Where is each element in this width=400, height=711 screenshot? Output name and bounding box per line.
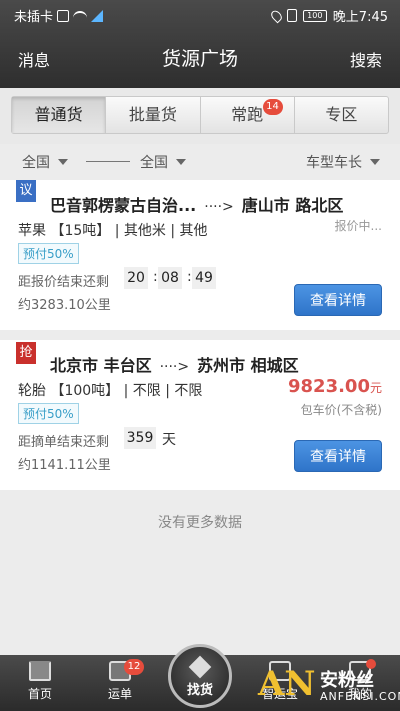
route: 北京市 丰台区 ····> 苏州市 相城区 [50, 352, 299, 376]
vibrate-icon [286, 9, 297, 22]
vehicle-label: 车型车长 [306, 155, 362, 171]
carrier-text: 未插卡 [14, 10, 54, 25]
header: 消息 货源广场 搜索 [0, 30, 400, 86]
tab-label: 专区 [325, 105, 358, 124]
chevron-down-icon [370, 159, 380, 165]
countdown-seconds: 49 [192, 267, 216, 289]
no-more-data: 没有更多数据 [158, 515, 242, 531]
tab-label: 常跑 [231, 105, 264, 124]
chevron-down-icon [176, 159, 186, 165]
cube-icon [188, 655, 212, 679]
cargo-card[interactable]: 抢 北京市 丰台区 ····> 苏州市 相城区 轮胎 【100吨】 | 不限 | 不… [0, 340, 400, 490]
segmented-tabs: 普通货 批量货 常跑 14 专区 [11, 96, 389, 134]
origin-filter[interactable]: 全国 [22, 152, 68, 172]
page-title: 货源广场 [161, 48, 238, 70]
sim-icon [57, 9, 70, 22]
watermark-en: ANFENSI.COM [320, 690, 400, 703]
route: 巴音郭楞蒙古自治... ····> 唐山市 路北区 [50, 192, 343, 216]
cargo-card[interactable]: 议 巴音郭楞蒙古自治... ····> 唐山市 路北区 苹果 【15吨】 | 其他米… [0, 180, 400, 330]
destination-label: 全国 [140, 155, 168, 171]
home-icon [29, 661, 51, 681]
battery-icon: 100 [302, 9, 327, 22]
price-value: 9823.00 [288, 376, 370, 397]
filter-bar: 全国 全国 车型车长 [0, 146, 400, 178]
nav-orders[interactable]: 12 运单 [90, 659, 150, 702]
price: 9823.00元 [288, 376, 382, 397]
wifi-icon [73, 10, 88, 21]
days-unit: 天 [162, 432, 176, 448]
countdown-days: 359 [124, 427, 156, 449]
route-origin: 北京市 丰台区 [50, 356, 152, 375]
tab-area: 普通货 批量货 常跑 14 专区 [0, 88, 400, 144]
countdown-colon: : [153, 269, 158, 285]
route-divider [86, 161, 130, 162]
route-origin: 巴音郭楞蒙古自治... [50, 196, 197, 215]
distance: 约3283.10公里 [18, 298, 111, 313]
route-destination: 苏州市 相城区 [197, 356, 299, 375]
goods-description: 苹果 【15吨】 | 其他米 | 其他 [18, 223, 208, 239]
status-bar: 未插卡 100 晚上7:45 [0, 0, 400, 28]
view-details-button[interactable]: 查看详情 [294, 284, 382, 316]
tab-frequent-routes[interactable]: 常跑 14 [201, 97, 295, 133]
countdown-label: 距摘单结束还剩 [18, 435, 110, 450]
prepay-badge: 预付50% [18, 243, 79, 264]
countdown-colon: : [187, 269, 192, 285]
countdown-label: 距报价结束还剩 [18, 275, 110, 290]
distance: 约1141.11公里 [18, 458, 111, 473]
countdown-hours: 20 [124, 267, 148, 289]
view-details-button[interactable]: 查看详情 [294, 440, 382, 472]
tab-bulk-goods[interactable]: 批量货 [106, 97, 201, 133]
countdown-minutes: 08 [158, 267, 182, 289]
destination-filter[interactable]: 全国 [140, 152, 186, 172]
route-arrow: ····> [159, 359, 190, 375]
quote-status: 报价中... [334, 219, 382, 233]
prepay-badge: 预付50% [18, 403, 79, 424]
nav-label: 找货 [186, 683, 213, 698]
watermark-an: AN [258, 664, 316, 704]
nav-home[interactable]: 首页 [10, 661, 70, 702]
signal-icon [91, 9, 104, 22]
watermark-cn: 安粉丝 [320, 670, 374, 691]
tab-special-zone[interactable]: 专区 [295, 97, 388, 133]
chevron-down-icon [58, 159, 68, 165]
grab-tag: 抢 [16, 342, 36, 364]
tab-normal-goods[interactable]: 普通货 [12, 97, 107, 133]
nav-find-goods[interactable]: 找货 [168, 644, 232, 708]
nav-label: 首页 [27, 687, 52, 701]
vehicle-filter[interactable]: 车型车长 [306, 152, 380, 172]
price-type: 包车价(不含税) [300, 403, 382, 417]
tab-label: 批量货 [128, 105, 177, 124]
negotiable-tag: 议 [16, 180, 36, 202]
goods-description: 轮胎 【100吨】 | 不限 | 不限 [18, 383, 203, 399]
tab-badge: 14 [262, 99, 283, 115]
origin-label: 全国 [22, 155, 50, 171]
route-arrow: ····> [204, 199, 234, 215]
watermark-logo: AN 安粉丝 ANFENSI.COM [258, 664, 400, 710]
route-destination: 唐山市 路北区 [241, 196, 344, 215]
price-unit: 元 [369, 381, 382, 395]
search-button[interactable]: 搜索 [350, 47, 382, 71]
nav-label: 运单 [107, 687, 132, 701]
location-icon [268, 8, 284, 23]
clock: 晚上7:45 [332, 10, 388, 25]
tab-label: 普通货 [34, 105, 83, 124]
orders-badge: 12 [124, 659, 144, 675]
